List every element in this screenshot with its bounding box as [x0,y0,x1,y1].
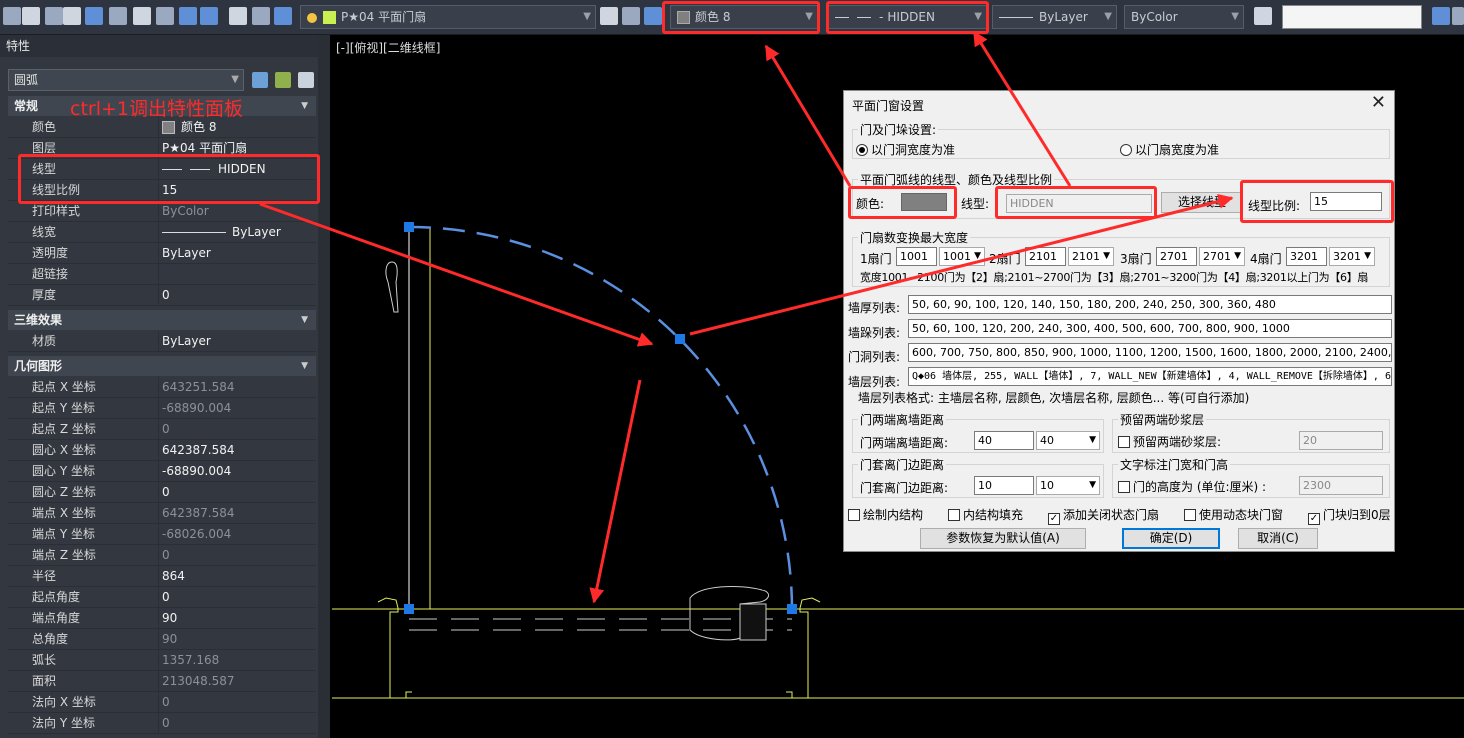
leaf2-dropdown[interactable]: 2101 ▼ [1068,247,1114,266]
text-group-label: 文字标注门宽和门高 [1118,456,1231,473]
grip-point [404,222,414,232]
annotation-text: ctrl+1调出特性面板 [70,98,243,120]
leaf4-label: 4扇门 [1250,252,1282,266]
cancel-button[interactable]: 取消(C) [1238,528,1318,549]
ok-button[interactable]: 确定(D) [1122,528,1220,549]
casing-group-label: 门套离门边距离 [858,456,947,473]
door-wall-dropdown[interactable]: 40 ▼ [1036,431,1100,450]
highlight-box [662,1,820,34]
mortar-input[interactable]: 20 [1299,431,1383,450]
wall-layer-label: 墙层列表: [848,375,901,389]
radio-leaf[interactable]: 以门扇宽度为准 [1120,141,1219,158]
leaf1-dropdown[interactable]: 1001 ▼ [939,247,985,266]
leaf-group-label: 门扇数变换最大宽度 [858,229,971,246]
wall-jamb-label: 墙跺列表: [848,326,901,340]
grip-point [787,604,797,614]
dialog-title: 平面门窗设置 [852,99,925,113]
casing-input[interactable]: 10 [974,476,1034,495]
select-linetype-button[interactable]: 选择线型 [1161,192,1243,213]
highlight-box [18,154,320,204]
checkbox-layer0[interactable]: ✓ 门块归到0层 [1308,506,1391,525]
highlight-box [995,186,1157,219]
leaf3-input[interactable]: 2701 [1156,247,1197,266]
leaf3-label: 3扇门 [1120,252,1152,266]
grip-point [404,604,414,614]
leaf1-input[interactable]: 1001 [896,247,937,266]
leaf4-input[interactable]: 3201 [1286,247,1327,266]
checkbox-dynamic-block[interactable]: 使用动态块门窗 [1184,506,1283,523]
reset-defaults-button[interactable]: 参数恢复为默认值(A) [920,528,1086,549]
checkbox-closed-leaf[interactable]: ✓ 添加关闭状态门扇 [1048,506,1159,525]
door-group-label: 门及门垛设置: [858,121,939,138]
door-opening-input[interactable]: 600, 700, 750, 800, 850, 900, 1000, 1100… [908,343,1392,362]
casing-dropdown[interactable]: 10 ▼ [1036,476,1100,495]
text-height-input[interactable]: 2300 [1299,476,1383,495]
door-handle [385,261,399,313]
text-height-checkbox[interactable]: 门的高度为 (单位:厘米) : [1118,478,1266,495]
close-icon[interactable]: ✕ [1371,92,1386,113]
door-wall-input[interactable]: 40 [974,431,1034,450]
wall-thick-input[interactable]: 50, 60, 90, 100, 120, 140, 150, 180, 200… [908,295,1392,314]
leaf3-dropdown[interactable]: 2701 ▼ [1199,247,1245,266]
door-swing-arc [408,225,794,610]
wall-layer-format: 墙层列表格式: 主墙层名称, 层颜色, 次墙层名称, 层颜色... 等(可自行添… [858,391,1250,405]
leaf4-dropdown[interactable]: 3201 ▼ [1329,247,1375,266]
door-wall-label: 门两端离墙距离: [860,436,949,450]
wall-thick-label: 墙厚列表: [848,301,901,315]
lock-block [739,603,767,641]
highlight-box [1240,180,1394,223]
width-note: 宽度1001~2100门为【2】扇;2101~2700门为【3】扇;2701~3… [860,271,1369,284]
checkbox-inner-fill[interactable]: 内结构填充 [948,506,1023,523]
mortar-checkbox[interactable]: 预留两端砂浆层: [1118,433,1221,450]
wall-jamb-input[interactable]: 50, 60, 100, 120, 200, 240, 300, 400, 50… [908,319,1392,338]
leaf2-label: 2扇门 [989,252,1021,266]
door-opening-label: 门洞列表: [848,350,901,364]
highlight-box [848,186,957,219]
grip-point [675,334,685,344]
leaf2-input[interactable]: 2101 [1025,247,1066,266]
door-leaf [408,226,431,610]
highlight-box [826,1,989,34]
mortar-group-label: 预留两端砂浆层 [1118,411,1207,428]
door-window-settings-dialog: 平面门窗设置 ✕ 门及门垛设置: 以门洞宽度为准 以门扇宽度为准 平面门弧线的线… [843,90,1395,552]
radio-opening[interactable]: 以门洞宽度为准 [856,141,955,158]
casing-label: 门套离门边距离: [860,481,949,495]
wall-layer-input[interactable]: Q◆06 墙体层, 255, WALL【墙体】, 7, WALL_NEW【新建墙… [908,367,1392,386]
checkbox-inner-structure[interactable]: 绘制内结构 [848,506,923,523]
linetype-label: 线型: [961,197,990,211]
leaf1-label: 1扇门 [860,252,892,266]
door-wall-group-label: 门两端离墙距离 [858,411,947,428]
